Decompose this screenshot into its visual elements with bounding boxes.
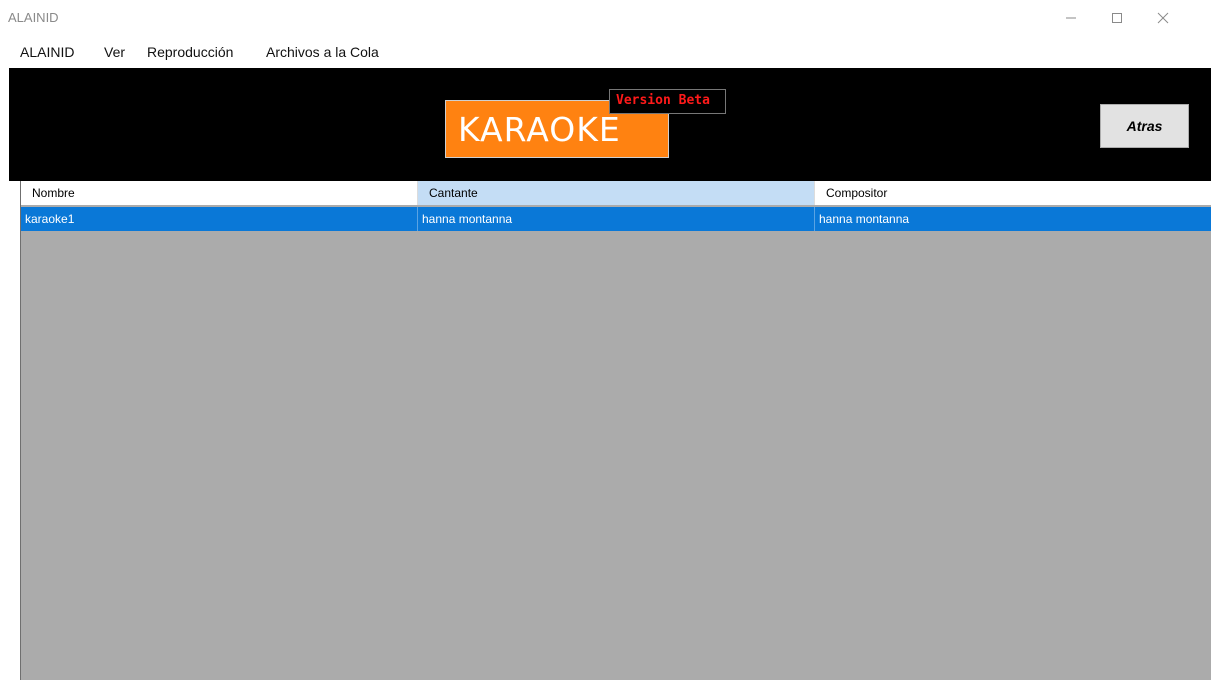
column-header-compositor[interactable]: Compositor (815, 181, 1211, 205)
logo-text: KARAOKE (458, 110, 621, 149)
window-bottom-edge (20, 680, 1211, 685)
close-icon (1157, 12, 1169, 24)
close-button[interactable] (1140, 0, 1186, 36)
column-header-nombre[interactable]: Nombre (21, 181, 418, 205)
maximize-icon (1112, 13, 1122, 23)
minimize-button[interactable] (1048, 0, 1094, 36)
back-button-label: Atras (1126, 118, 1163, 134)
window-title: ALAINID (8, 10, 59, 25)
maximize-button[interactable] (1094, 0, 1140, 36)
menu-bar: ALAINID Ver Reproducción Archivos a la C… (0, 37, 1211, 67)
menu-item-ver[interactable]: Ver (104, 44, 125, 60)
header-banner: KARAOKE Version Beta Atras (9, 68, 1211, 181)
menu-item-archivos-cola[interactable]: Archivos a la Cola (266, 44, 379, 60)
table-row[interactable]: karaoke1 hanna montanna hanna montanna (21, 207, 1211, 231)
table-header: Nombre Cantante Compositor (21, 181, 1211, 205)
songs-table[interactable]: Nombre Cantante Compositor karaoke1 hann… (20, 181, 1211, 681)
beta-badge: Version Beta (609, 89, 726, 114)
menu-item-reproduccion[interactable]: Reproducción (147, 44, 233, 60)
beta-label: Version Beta (616, 93, 710, 108)
column-header-cantante[interactable]: Cantante (418, 181, 815, 205)
menu-item-alainid[interactable]: ALAINID (20, 44, 74, 60)
title-bar: ALAINID (0, 0, 1211, 36)
back-button[interactable]: Atras (1100, 104, 1189, 148)
cell-compositor[interactable]: hanna montanna (815, 207, 1211, 231)
minimize-icon (1066, 17, 1076, 19)
cell-nombre[interactable]: karaoke1 (21, 207, 418, 231)
cell-cantante[interactable]: hanna montanna (418, 207, 815, 231)
